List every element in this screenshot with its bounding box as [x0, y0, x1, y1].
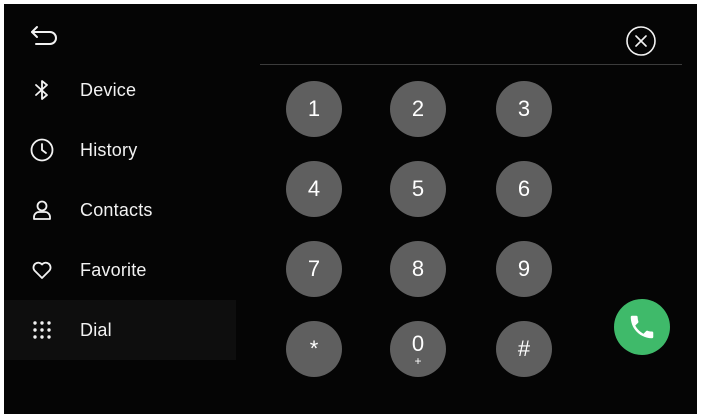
- person-icon: [28, 196, 56, 224]
- dial-key-1[interactable]: 1: [286, 81, 342, 137]
- dial-key-sublabel: +: [414, 353, 422, 368]
- sidebar-item-label: Favorite: [80, 259, 147, 280]
- dial-key-label: 6: [517, 176, 531, 201]
- dial-key-label: 5: [411, 176, 425, 201]
- sidebar-item-history[interactable]: History: [4, 120, 236, 180]
- call-button[interactable]: [614, 299, 670, 355]
- dial-key-label: #: [517, 336, 531, 361]
- dial-key-hash[interactable]: #: [496, 321, 552, 377]
- dial-key-label: 2: [411, 96, 425, 121]
- sidebar-item-label: Device: [80, 79, 137, 100]
- heart-icon: [28, 256, 56, 284]
- dial-key-label: 7: [307, 256, 321, 281]
- sidebar-item-contacts[interactable]: Contacts: [4, 180, 236, 240]
- dial-key-label: 1: [307, 96, 321, 121]
- divider: [260, 64, 682, 65]
- dial-key-3[interactable]: 3: [496, 81, 552, 137]
- close-circle-icon: [626, 26, 656, 56]
- dial-key-9[interactable]: 9: [496, 241, 552, 297]
- dial-key-label: *: [309, 336, 319, 361]
- dial-key-label: 8: [411, 256, 425, 281]
- back-button[interactable]: [26, 18, 62, 54]
- phone-icon: [630, 315, 654, 339]
- sidebar-item-label: Dial: [80, 319, 112, 340]
- sidebar-item-favorite[interactable]: Favorite: [4, 240, 236, 300]
- dialpad-icon: [28, 316, 56, 344]
- dial-key-5[interactable]: 5: [390, 161, 446, 217]
- dial-key-label: 9: [517, 256, 531, 281]
- close-button[interactable]: [624, 24, 658, 58]
- sidebar-item-label: History: [80, 139, 138, 160]
- clock-icon: [28, 136, 56, 164]
- dial-key-8[interactable]: 8: [390, 241, 446, 297]
- dial-key-label: 0: [411, 330, 425, 356]
- bluetooth-icon: [28, 76, 56, 104]
- dial-screen: Device History Contacts Favorite Dial 1 …: [4, 4, 697, 414]
- dial-key-label: 3: [517, 96, 531, 121]
- sidebar-item-dial[interactable]: Dial: [4, 300, 236, 360]
- sidebar: Device History Contacts Favorite Dial: [4, 60, 236, 360]
- dial-key-2[interactable]: 2: [390, 81, 446, 137]
- dial-key-star[interactable]: *: [286, 321, 342, 377]
- dial-key-4[interactable]: 4: [286, 161, 342, 217]
- dial-key-7[interactable]: 7: [286, 241, 342, 297]
- sidebar-item-label: Contacts: [80, 199, 153, 220]
- sidebar-item-device[interactable]: Device: [4, 60, 236, 120]
- dial-key-label: 4: [307, 176, 321, 201]
- dial-key-0[interactable]: 0 +: [390, 321, 446, 377]
- dial-key-6[interactable]: 6: [496, 161, 552, 217]
- back-arrow-icon: [31, 26, 57, 45]
